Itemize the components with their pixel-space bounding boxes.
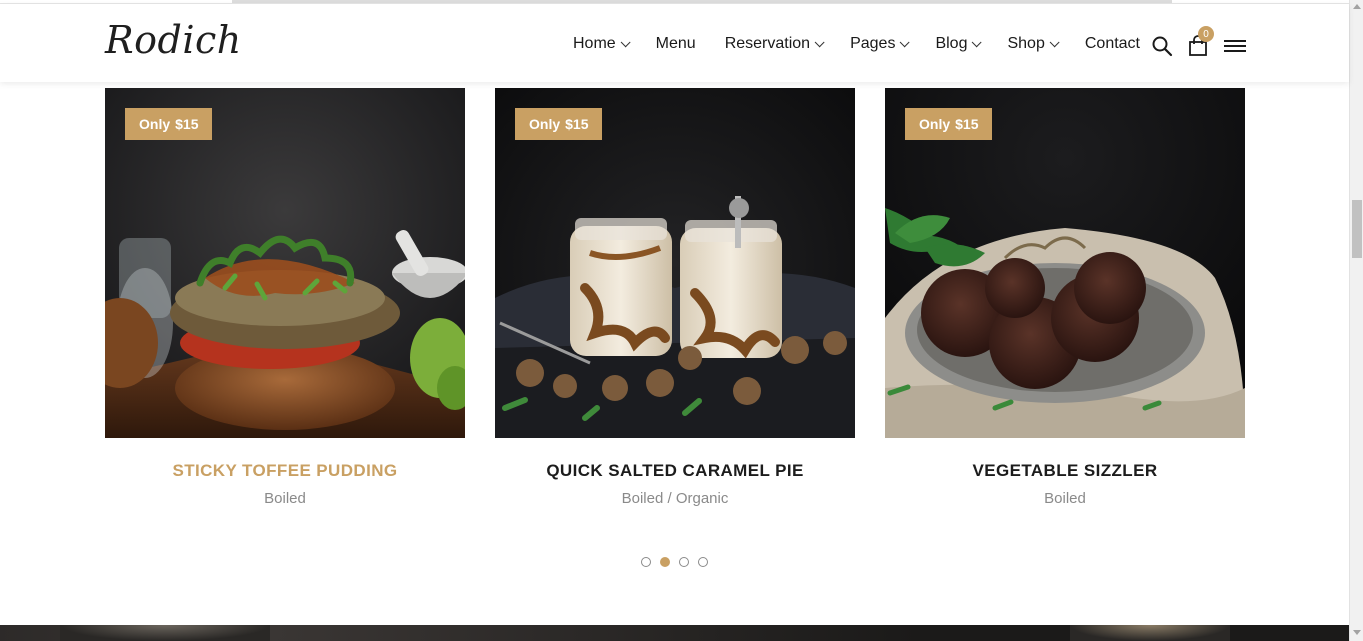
price-badge: Only $15 (125, 108, 213, 140)
product-category: Boiled (1044, 490, 1086, 507)
price-value: $15 (175, 116, 199, 132)
hamburger-menu-icon (1224, 40, 1246, 52)
nav-item-contact[interactable]: Contact (1085, 35, 1140, 53)
product-image-burger[interactable]: Only $15 (105, 88, 465, 438)
scroll-down-arrow-icon[interactable] (1353, 630, 1361, 635)
carousel-dot-active[interactable] (660, 557, 670, 567)
main-nav: Home Menu Reservation Pages Blog Shop Co… (573, 30, 1140, 58)
scrollbar-thumb[interactable] (1352, 200, 1362, 258)
price-prefix: Only (919, 116, 951, 132)
product-card[interactable]: Only $15 Sticky Toffee Pudding Boiled (105, 88, 465, 507)
cart-button[interactable]: 0 (1186, 26, 1214, 58)
burger-photo (105, 88, 465, 438)
cart-count-badge: 0 (1198, 26, 1214, 42)
price-badge: Only $15 (905, 108, 993, 140)
price-value: $15 (565, 116, 589, 132)
price-prefix: Only (139, 116, 171, 132)
nav-item-label: Shop (1007, 35, 1045, 52)
nav-item-menu[interactable]: Menu (656, 35, 696, 53)
bottom-band-highlight (60, 625, 270, 641)
product-image-cookies[interactable]: Only $15 (885, 88, 1245, 438)
chevron-down-icon (814, 36, 825, 47)
nav-item-shop[interactable]: Shop (1007, 35, 1060, 53)
top-ghost-bar (232, 0, 1172, 3)
bottom-band-highlight (1070, 625, 1230, 641)
nav-item-pages[interactable]: Pages (850, 35, 911, 53)
product-card[interactable]: Only $15 Vegetable Sizzler Boiled (885, 88, 1245, 507)
next-section-background (0, 625, 1349, 641)
nav-item-blog[interactable]: Blog (935, 35, 983, 53)
menu-toggle-button[interactable] (1223, 34, 1247, 58)
product-category: Boiled (264, 490, 306, 507)
product-image-caramel[interactable]: Only $15 (495, 88, 855, 438)
product-title[interactable]: Quick Salted Caramel Pie (495, 461, 855, 481)
nav-item-label: Reservation (724, 35, 811, 52)
scroll-up-arrow-icon[interactable] (1353, 4, 1361, 9)
carousel-dot[interactable] (698, 557, 708, 567)
search-icon (1152, 36, 1173, 57)
nav-item-label: Home (572, 35, 616, 52)
nav-item-label: Blog (935, 35, 968, 52)
price-badge: Only $15 (515, 108, 603, 140)
carousel-pagination (641, 557, 708, 567)
product-card[interactable]: Only $15 Quick Salted Caramel Pie Boiled … (495, 88, 855, 507)
nav-item-reservation[interactable]: Reservation (724, 35, 825, 53)
caramel-jars-photo (495, 88, 855, 438)
menu-carousel: Only $15 Sticky Toffee Pudding Boiled (105, 88, 1245, 507)
product-category: Boiled / Organic (621, 490, 729, 507)
nav-item-home[interactable]: Home (572, 35, 631, 53)
chocolate-cookies-photo (885, 88, 1245, 438)
carousel-dot[interactable] (641, 557, 651, 567)
site-logo[interactable]: Rodich (105, 18, 242, 62)
chevron-down-icon (972, 36, 983, 47)
product-title[interactable]: Sticky Toffee Pudding (105, 461, 465, 481)
nav-item-label: Contact (1084, 35, 1140, 52)
nav-item-label: Pages (850, 35, 896, 52)
price-prefix: Only (529, 116, 561, 132)
chevron-down-icon (620, 36, 631, 47)
carousel-dot[interactable] (679, 557, 689, 567)
product-title[interactable]: Vegetable Sizzler (885, 461, 1245, 481)
header-icons: 0 (1150, 26, 1247, 58)
page-scrollbar[interactable] (1349, 0, 1363, 641)
chevron-down-icon (1049, 36, 1060, 47)
nav-item-label: Menu (655, 35, 696, 52)
search-button[interactable] (1150, 34, 1174, 58)
price-value: $15 (955, 116, 979, 132)
site-header: Rodich Home Menu Reservation Pages Blog … (0, 4, 1349, 82)
chevron-down-icon (900, 36, 911, 47)
